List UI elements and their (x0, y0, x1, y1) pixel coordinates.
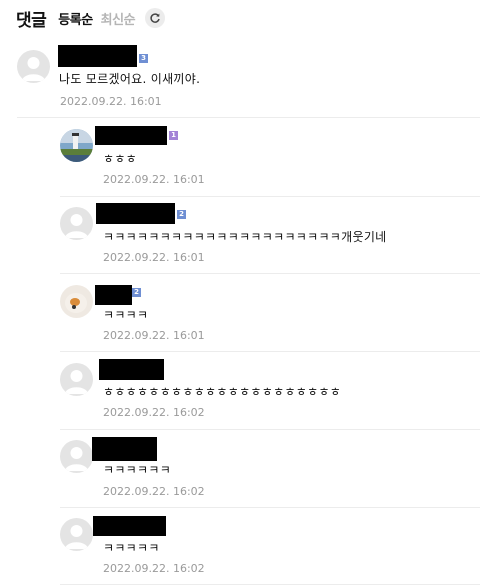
comment-text: ㅎㅎㅎ (103, 152, 138, 166)
redacted-nickname[interactable] (99, 359, 164, 380)
divider (60, 429, 480, 430)
divider (60, 584, 480, 585)
comment-text: 나도 모르겠어요. 이새끼야. (59, 72, 201, 86)
redacted-nickname[interactable] (93, 516, 166, 536)
avatar[interactable] (60, 440, 93, 473)
divider (60, 351, 480, 352)
divider (17, 117, 480, 118)
comment-date: 2022.09.22. 16:02 (103, 562, 205, 575)
sort-latest-button[interactable]: 최신순 (101, 9, 136, 28)
lighthouse-photo-icon (60, 129, 93, 162)
default-profile-icon (65, 525, 88, 549)
comments-header: 댓글 등록순 최신순 (16, 5, 166, 31)
redacted-nickname[interactable] (95, 285, 132, 305)
divider (60, 273, 480, 274)
divider (60, 507, 480, 508)
refresh-button[interactable] (145, 8, 166, 28)
comment-text: ㅎㅎㅎㅎㅎㅎㅎㅎㅎㅎㅎㅎㅎㅎㅎㅎㅎㅎㅎㅎㅎ (103, 385, 342, 399)
redacted-nickname[interactable] (58, 45, 137, 67)
default-profile-icon (22, 57, 45, 81)
comment-text: ㅋㅋㅋㅋ (103, 308, 149, 322)
divider (60, 196, 480, 197)
default-profile-icon (65, 370, 88, 394)
comment-text: ㅋㅋㅋㅋㅋ (103, 541, 160, 555)
level-badge: 3 (139, 54, 148, 63)
avatar[interactable] (17, 50, 50, 83)
comment-date: 2022.09.22. 16:01 (103, 329, 205, 342)
avatar[interactable] (60, 518, 93, 551)
avatar[interactable] (60, 363, 93, 396)
refresh-icon (150, 13, 160, 23)
avatar[interactable] (60, 129, 93, 162)
avatar[interactable] (60, 207, 93, 240)
comment-date: 2022.09.22. 16:02 (103, 406, 205, 419)
comment-text: ㅋㅋㅋㅋㅋㅋㅋㅋㅋㅋㅋㅋㅋㅋㅋㅋㅋㅋㅋㅋㅋ개웃기네 (103, 230, 387, 244)
cat-photo-icon (60, 285, 93, 318)
redacted-nickname[interactable] (95, 126, 167, 145)
default-profile-icon (65, 214, 88, 238)
level-badge: 2 (132, 288, 141, 297)
sort-registered-button[interactable]: 등록순 (58, 9, 93, 28)
comment-date: 2022.09.22. 16:01 (60, 95, 162, 108)
level-badge: 1 (169, 131, 178, 140)
redacted-nickname[interactable] (96, 203, 175, 224)
redacted-nickname[interactable] (92, 437, 157, 461)
avatar[interactable] (60, 285, 93, 318)
comment-date: 2022.09.22. 16:01 (103, 173, 205, 186)
comment-date: 2022.09.22. 16:02 (103, 485, 205, 498)
comments-title: 댓글 (16, 10, 47, 31)
level-badge: 2 (177, 210, 186, 219)
default-profile-icon (65, 447, 88, 471)
comment-text: ㅋㅋㅋㅋㅋㅋ (103, 463, 172, 477)
comment-date: 2022.09.22. 16:01 (103, 251, 205, 264)
